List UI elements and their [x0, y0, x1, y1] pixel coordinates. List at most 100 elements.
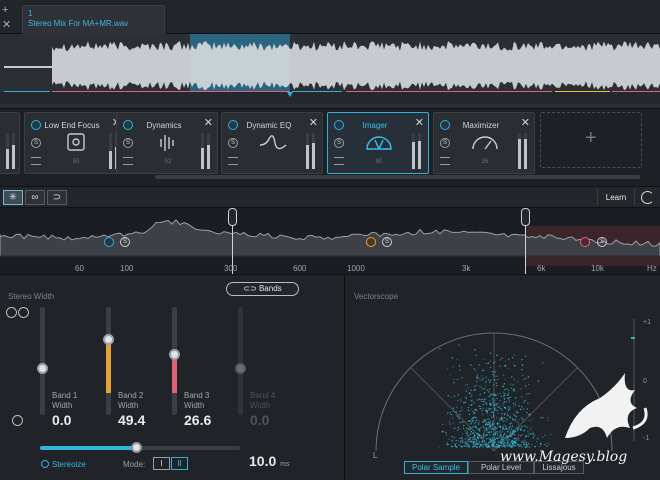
band-2-width-knob[interactable] [103, 334, 114, 345]
band-3-solo-icon[interactable]: S [382, 237, 392, 247]
band-split-handle[interactable] [521, 208, 530, 226]
module-solo-icon[interactable]: S [123, 138, 133, 148]
module-value: 90 [375, 159, 383, 165]
griffin-logo [565, 373, 648, 438]
close-icon[interactable]: ✕ [521, 116, 530, 129]
module-icon [366, 136, 392, 150]
learn-button[interactable]: Learn [597, 189, 635, 206]
module-menu-icon[interactable] [123, 157, 133, 165]
module-menu-icon[interactable] [334, 157, 344, 165]
band-4-width-slider[interactable] [238, 307, 243, 415]
reset-width-icon[interactable] [12, 415, 23, 426]
module-solo-icon[interactable]: S [334, 138, 344, 148]
band-3-power-icon[interactable] [366, 237, 376, 247]
stereoize-delay-knob[interactable] [131, 442, 142, 453]
link-bands-icon[interactable] [18, 307, 29, 318]
module-value: 50 [72, 159, 80, 165]
band-2-width-value[interactable]: 49.4 [118, 412, 145, 428]
module-name: Maximizer [462, 121, 500, 130]
band-3-width-knob[interactable] [169, 349, 180, 360]
module-menu-icon[interactable] [228, 157, 238, 165]
freq-label: 1000 [347, 264, 365, 273]
module-name: Dynamics [146, 121, 182, 130]
module-icon [472, 136, 498, 150]
band-3-width-slider[interactable] [172, 307, 177, 415]
module-solo-icon[interactable]: S [31, 138, 41, 148]
close-icon[interactable]: ✕ [309, 116, 318, 129]
module-header: ✳ ∞ ⊃ Learn [0, 186, 660, 208]
file-name: Stereo Mix For MA+MR.wav [28, 19, 129, 28]
module-slot-1[interactable]: S✕Low End Focus50 [24, 112, 126, 174]
module-solo-icon[interactable]: S [228, 138, 238, 148]
module-value: 26 [481, 159, 489, 165]
waveform [0, 34, 660, 92]
stereo-width-title: Stereo Width [8, 292, 55, 301]
module-slot-2[interactable]: S ✕ Dynamics 52 [116, 112, 218, 174]
band-2-width-slider[interactable] [106, 307, 111, 415]
freq-label: 300 [224, 264, 238, 273]
left-channel-label: L [373, 451, 378, 460]
module-slot-4[interactable]: S ✕ Imager 90 [327, 112, 429, 174]
band-1-width-value[interactable]: 0.0 [52, 412, 71, 428]
scale-tick: +1 [643, 319, 651, 326]
module-solo-icon[interactable]: S [440, 138, 450, 148]
band-3-width-value[interactable]: 26.6 [184, 412, 211, 428]
freq-label: 10k [591, 264, 604, 273]
stereoize-toggle[interactable]: Stereoize [41, 460, 86, 469]
band-4-width-knob[interactable] [235, 363, 246, 374]
link-bands-icon[interactable] [6, 307, 17, 318]
mode-i-button[interactable]: I [153, 457, 170, 470]
close-tab-button[interactable]: ✕ [2, 19, 14, 31]
band-1-width-knob[interactable] [37, 363, 48, 374]
link-icon[interactable]: ∞ [25, 190, 45, 205]
module-slot-5[interactable]: S ✕ Maximizer 26 [433, 112, 535, 174]
band-split-handle[interactable] [228, 208, 237, 226]
module-menu-icon[interactable] [31, 157, 41, 165]
mode-ii-button[interactable]: II [171, 457, 188, 470]
freq-label: Hz [647, 264, 657, 273]
module-name: Imager [362, 121, 388, 130]
band-3-label: Band 3 Width [184, 391, 210, 410]
sun-icon[interactable]: ✳ [3, 190, 23, 205]
module-slot-3[interactable]: S ✕ Dynamic EQ [221, 112, 323, 174]
timeline-ruler[interactable] [0, 92, 660, 104]
band-1-label: Band 1 Width [52, 391, 78, 410]
freq-label: 60 [75, 264, 84, 273]
band-4-label: Band 4 Width [250, 391, 276, 410]
add-tab-button[interactable]: + [2, 4, 14, 16]
band-spectrum[interactable]: S S S 60 100 300 600 1000 3k 6k 10k Hz [0, 208, 660, 274]
band-split-line [525, 226, 526, 274]
band-4-power-icon[interactable] [580, 237, 590, 247]
module-value: 52 [164, 159, 172, 165]
freq-label: 600 [293, 264, 307, 273]
playhead-icon[interactable] [287, 92, 293, 97]
close-icon[interactable]: ✕ [204, 116, 213, 129]
band-1-width-slider[interactable] [40, 307, 45, 415]
file-tab[interactable]: 1 Stereo Mix For MA+MR.wav [22, 5, 165, 34]
band-4-width-value[interactable]: 0.0 [250, 412, 269, 428]
bands-button[interactable]: ⊂⊃ Bands [226, 282, 299, 296]
tab-polar-sample[interactable]: Polar Sample [404, 461, 468, 474]
band-1-power-icon[interactable] [104, 237, 114, 247]
power-icon [41, 460, 49, 468]
module-icon [160, 135, 174, 151]
delay-readout[interactable]: 10.0 ms [249, 453, 289, 469]
band-1-solo-icon[interactable]: S [120, 237, 130, 247]
add-module-slot[interactable]: + [540, 112, 642, 168]
plus-icon: + [585, 127, 597, 149]
module-chain: S ✕ Low End Focus 50 S ✕ Dynamics 52 S ✕ Dynamic E… [0, 108, 660, 186]
shape-icon[interactable]: ⊃ [47, 190, 67, 205]
spectrum-curve [0, 219, 660, 266]
bands-label: Bands [258, 284, 282, 293]
band-4-solo-icon[interactable]: S [597, 237, 607, 247]
watermark-text: www.Magesy.blog [500, 449, 628, 465]
module-icon [67, 133, 85, 151]
panel-divider [344, 275, 345, 480]
vectorscope-title: Vectorscope [354, 292, 399, 301]
module-slot-partial[interactable] [0, 112, 20, 174]
reset-icon[interactable] [641, 191, 654, 204]
module-menu-icon[interactable] [440, 157, 450, 165]
close-icon[interactable]: ✕ [415, 116, 424, 129]
module-scrollbar[interactable] [155, 175, 640, 179]
module-name: Dynamic EQ [246, 121, 292, 130]
